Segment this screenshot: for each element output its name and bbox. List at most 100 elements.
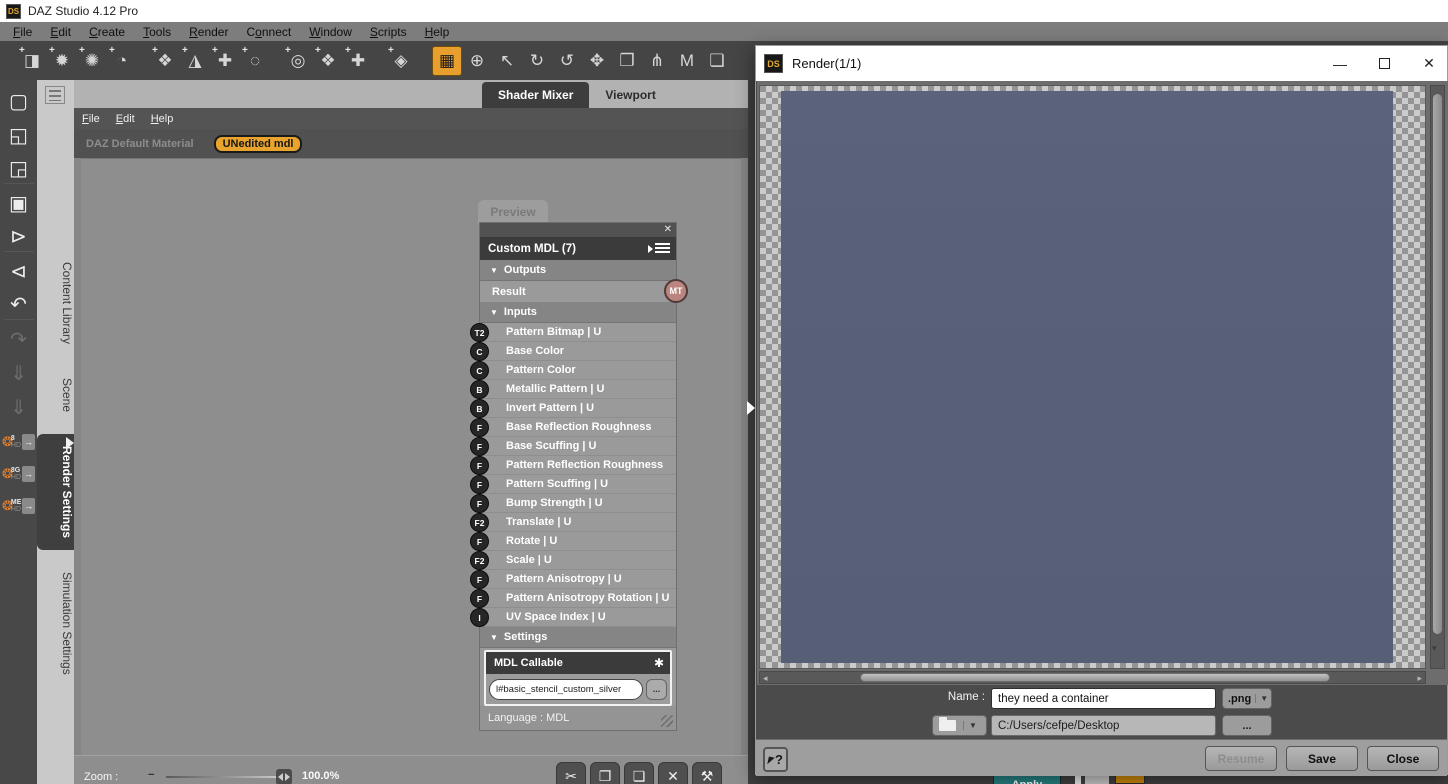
node-input-row[interactable]: F Pattern Anisotropy | U [470, 570, 676, 589]
input-connector[interactable]: F [470, 418, 489, 437]
orbit-tool-icon[interactable]: ⊕ [462, 46, 492, 76]
add-camera-icon[interactable]: ◨ [17, 45, 47, 76]
zoom-slider[interactable] [166, 769, 292, 784]
copy-icon[interactable]: ❐ [590, 762, 620, 784]
node-input-row[interactable]: I UV Space Index | U [470, 608, 676, 627]
node-input-row[interactable]: F2 Translate | U [470, 513, 676, 532]
menu-item[interactable]: Connect [237, 25, 300, 39]
node-input-row[interactable]: F Pattern Anisotropy Rotation | U [470, 589, 676, 608]
add-primitive-icon[interactable]: ◮ [180, 45, 210, 76]
node-grip[interactable]: ✕ [480, 223, 676, 237]
shader-bricks-icon[interactable]: ▦ [432, 45, 462, 76]
rotate-tool-icon[interactable]: ↺ [552, 46, 582, 76]
node-input-row[interactable]: F Bump Strength | U [470, 494, 676, 513]
surface-tool-icon[interactable]: ❏ [702, 46, 732, 76]
add-group-icon[interactable]: ◌ [240, 45, 270, 76]
open-file-icon[interactable]: ◱ [4, 120, 34, 150]
pane-tab[interactable]: Viewport [589, 82, 671, 108]
node-input-row[interactable]: T2 Pattern Bitmap | U [470, 323, 676, 342]
material-tab[interactable]: UNedited mdl [213, 134, 303, 153]
menu-item[interactable]: File [82, 113, 100, 125]
horizontal-scrollbar-thumb[interactable] [860, 673, 1330, 682]
filename-input[interactable] [991, 688, 1216, 709]
maximize-button[interactable] [1379, 58, 1390, 69]
save-icon[interactable]: ▣ [4, 188, 34, 218]
hd-shortcut-item[interactable]: ❂ 8G HD → [0, 460, 37, 488]
add-gauge-light-icon[interactable]: ◔ [107, 45, 137, 76]
arrow-button[interactable]: → [22, 466, 36, 482]
add-node-instance-icon[interactable]: ✚ [343, 45, 373, 76]
pane-collapse-arrow-icon[interactable] [747, 401, 755, 415]
node-header[interactable]: Custom MDL (7) [480, 237, 676, 260]
pane-options-icon[interactable] [45, 86, 65, 104]
merge-scene-icon[interactable]: ⇓ [4, 358, 34, 388]
apply-button[interactable]: Apply [993, 775, 1061, 784]
vertical-scrollbar[interactable]: ▾ [1430, 85, 1445, 669]
close-window-button[interactable]: ✕ [1421, 55, 1437, 72]
input-connector[interactable]: F [470, 570, 489, 589]
dock-tab[interactable]: Render Settings [37, 434, 74, 551]
paste-icon[interactable]: ❏ [624, 762, 654, 784]
node-input-row[interactable]: F Pattern Reflection Roughness [470, 456, 676, 475]
mdl-callable-input[interactable] [489, 678, 643, 700]
add-null-icon[interactable]: ✚ [210, 45, 240, 76]
node-input-row[interactable]: F Rotate | U [470, 532, 676, 551]
undo-icon[interactable]: ↶ [3, 290, 34, 320]
whats-this-button[interactable]: ? [763, 747, 788, 772]
input-connector[interactable]: F2 [470, 513, 489, 532]
rotate-pointer-tool-icon[interactable]: ↻ [522, 46, 552, 76]
dock-tab[interactable]: Content Library [37, 250, 74, 356]
input-connector[interactable]: B [470, 380, 489, 399]
render-window[interactable]: DS Render(1/1) — ✕ ▾ ◂ ▸ Name : they nee… [755, 45, 1448, 776]
resize-grip-icon[interactable] [661, 715, 673, 727]
node-input-row[interactable]: F Base Scuffing | U [470, 437, 676, 456]
dock-resize-arrow-icon[interactable] [66, 437, 74, 449]
mdl-browse-button[interactable]: ... [646, 678, 667, 700]
input-connector[interactable]: F [470, 532, 489, 551]
gear-icon[interactable]: ✱ [654, 656, 664, 670]
add-node-icon[interactable]: ❖ [313, 45, 343, 76]
preview-tab[interactable]: Preview [478, 200, 548, 224]
new-file-icon[interactable]: ▢ [4, 86, 34, 116]
open-recent-icon[interactable]: ◲ [3, 154, 34, 184]
menu-item[interactable]: Edit [116, 113, 135, 125]
close-icon[interactable]: ✕ [664, 224, 672, 236]
vertical-scrollbar-thumb[interactable] [1433, 94, 1442, 634]
node-menu-icon[interactable] [648, 243, 670, 254]
input-connector[interactable]: I [470, 608, 489, 627]
menu-item[interactable]: Edit [41, 25, 80, 39]
input-connector[interactable]: T2 [470, 323, 489, 342]
menu-item[interactable]: Render [180, 25, 237, 39]
add-point-light-icon[interactable]: ✺ [77, 45, 107, 76]
inputs-section-header[interactable]: ▼ Inputs [480, 302, 676, 323]
menu-item[interactable]: Help [416, 25, 459, 39]
tools-icon[interactable]: ⚒ [692, 762, 722, 784]
resume-button[interactable]: Resume [1205, 746, 1277, 771]
output-result-row[interactable]: Result MT [480, 279, 688, 303]
input-connector[interactable]: F [470, 456, 489, 475]
folder-dropdown[interactable]: ▼ [932, 715, 987, 736]
mt-connector[interactable]: MT [664, 279, 688, 303]
save-button[interactable]: Save [1286, 746, 1358, 771]
pane-tab[interactable]: Shader Mixer [482, 82, 590, 108]
scroll-down-icon[interactable]: ▾ [1432, 643, 1437, 654]
hd-shortcut-item[interactable]: ❂ 8 HD → [0, 428, 37, 456]
input-connector[interactable]: F [470, 475, 489, 494]
bone-tool-icon[interactable]: ⋔ [642, 46, 672, 76]
node-input-row[interactable]: C Base Color [470, 342, 676, 361]
input-connector[interactable]: F [470, 589, 489, 608]
horizontal-scrollbar[interactable]: ◂ ▸ [759, 671, 1426, 684]
outputs-section-header[interactable]: ▼ Outputs [480, 260, 676, 281]
delete-icon[interactable]: ✕ [658, 762, 688, 784]
add-spotlight-icon[interactable]: ❖ [150, 45, 180, 76]
render-viewport[interactable]: ▾ ◂ ▸ [757, 81, 1448, 685]
render-window-titlebar[interactable]: DS Render(1/1) — ✕ [756, 46, 1447, 81]
translate-tool-icon[interactable]: ✥ [582, 46, 612, 76]
zoom-out-button[interactable]: − [148, 769, 154, 781]
add-cube-icon[interactable]: ◈ [386, 45, 416, 76]
add-center-point-icon[interactable]: ◎ [283, 45, 313, 76]
node-input-row[interactable]: C Pattern Color [470, 361, 676, 380]
add-distant-light-icon[interactable]: ✹ [47, 45, 77, 76]
shader-mixer-canvas[interactable]: Preview ✕ Custom MDL (7) ▼ Outputs Resul… [81, 158, 741, 755]
dock-tab[interactable]: Scene [37, 366, 74, 424]
